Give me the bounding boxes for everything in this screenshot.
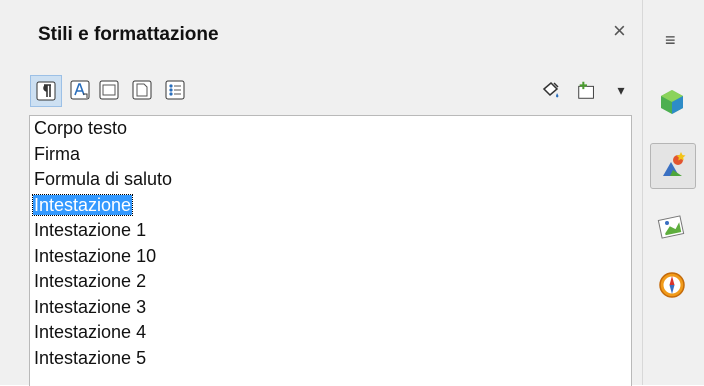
list-item[interactable]: Intestazione 2 <box>30 269 631 295</box>
list-item[interactable]: Formula di saluto <box>30 167 631 193</box>
navigator-icon[interactable] <box>650 263 694 307</box>
list-item[interactable]: Intestazione 1 <box>30 218 631 244</box>
page-styles-icon[interactable] <box>131 79 153 101</box>
list-item[interactable]: Firma <box>30 142 631 168</box>
styles-and-formatting-icon[interactable] <box>650 143 696 189</box>
properties-icon[interactable] <box>650 80 694 124</box>
character-styles-icon[interactable] <box>69 79 91 101</box>
styles-list[interactable]: Corpo testo Firma Formula di saluto Inte… <box>29 115 632 386</box>
list-styles-icon[interactable] <box>164 79 186 101</box>
dropdown-arrow-icon[interactable]: ▾ <box>610 79 632 101</box>
sidebar-menu-icon[interactable]: ≡ <box>665 30 676 51</box>
gallery-icon[interactable] <box>650 205 694 249</box>
fill-format-mode-icon[interactable] <box>540 79 562 101</box>
paragraph-styles-icon[interactable] <box>30 75 62 107</box>
list-item[interactable]: Intestazione 5 <box>30 346 631 372</box>
styles-panel: Stili e formattazione × ▾ Corpo testo Fi… <box>0 0 642 386</box>
list-item[interactable]: Corpo testo <box>30 116 631 142</box>
sidebar-deck: ≡ <box>642 0 704 385</box>
new-style-from-selection-icon[interactable] <box>576 79 598 101</box>
close-icon[interactable]: × <box>613 18 626 44</box>
frame-styles-icon[interactable] <box>98 79 120 101</box>
list-item[interactable]: Intestazione 10 <box>30 244 631 270</box>
panel-title: Stili e formattazione <box>38 24 219 45</box>
list-item[interactable]: Intestazione 4 <box>30 320 631 346</box>
list-item-selected[interactable]: Intestazione <box>30 193 631 219</box>
list-item[interactable]: Intestazione 3 <box>30 295 631 321</box>
